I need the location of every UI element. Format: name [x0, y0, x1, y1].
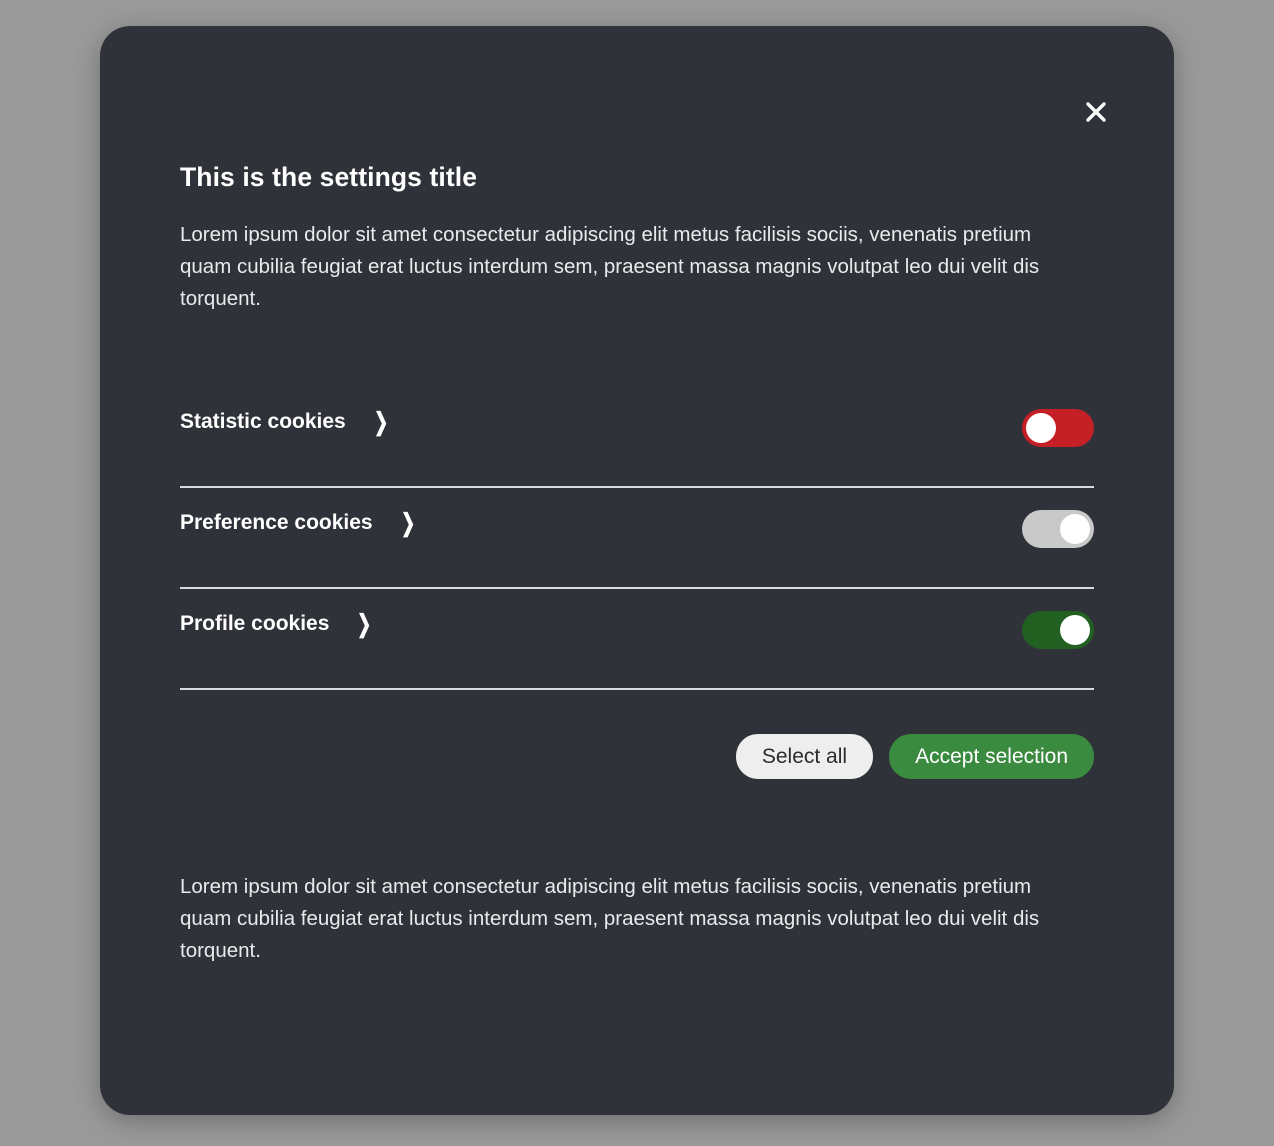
cookie-category-row-profile: Profile cookies ❯	[180, 589, 1094, 690]
page-background: This is the settings title Lorem ipsum d…	[0, 0, 1274, 1146]
page-title: This is the settings title	[180, 162, 478, 192]
chevron-right-icon[interactable]: ❯	[374, 407, 388, 436]
dialog-actions: Select all Accept selection	[180, 734, 1094, 779]
cookie-category-label: Preference cookies	[180, 511, 373, 534]
cookie-category-label: Statistic cookies	[180, 410, 346, 433]
toggle-knob	[1026, 413, 1056, 443]
close-icon[interactable]	[1076, 92, 1116, 132]
chevron-right-icon[interactable]: ❯	[357, 609, 371, 638]
toggle-statistic-cookies[interactable]	[1022, 409, 1094, 447]
row-label-group: Preference cookies ❯	[180, 508, 417, 537]
cookie-category-label: Profile cookies	[180, 612, 330, 635]
toggle-knob	[1060, 514, 1090, 544]
cookie-category-row-preference: Preference cookies ❯	[180, 488, 1094, 589]
row-label-group: Profile cookies ❯	[180, 609, 374, 638]
toggle-preference-cookies[interactable]	[1022, 510, 1094, 548]
chevron-right-icon[interactable]: ❯	[401, 508, 415, 537]
intro-text: Lorem ipsum dolor sit amet consectetur a…	[180, 223, 1040, 310]
footer-text: Lorem ipsum dolor sit amet consectetur a…	[180, 875, 1040, 962]
toggle-profile-cookies[interactable]	[1022, 611, 1094, 649]
row-label-group: Statistic cookies ❯	[180, 407, 390, 436]
accept-selection-button[interactable]: Accept selection	[889, 734, 1094, 779]
toggle-knob	[1060, 615, 1090, 645]
cookie-settings-dialog: This is the settings title Lorem ipsum d…	[100, 26, 1174, 1115]
cookie-category-row-statistic: Statistic cookies ❯	[180, 387, 1094, 488]
select-all-button[interactable]: Select all	[735, 734, 874, 779]
cookie-category-list: Statistic cookies ❯ Preference cookies ❯	[180, 387, 1094, 690]
dialog-content: This is the settings title Lorem ipsum d…	[180, 162, 1094, 988]
